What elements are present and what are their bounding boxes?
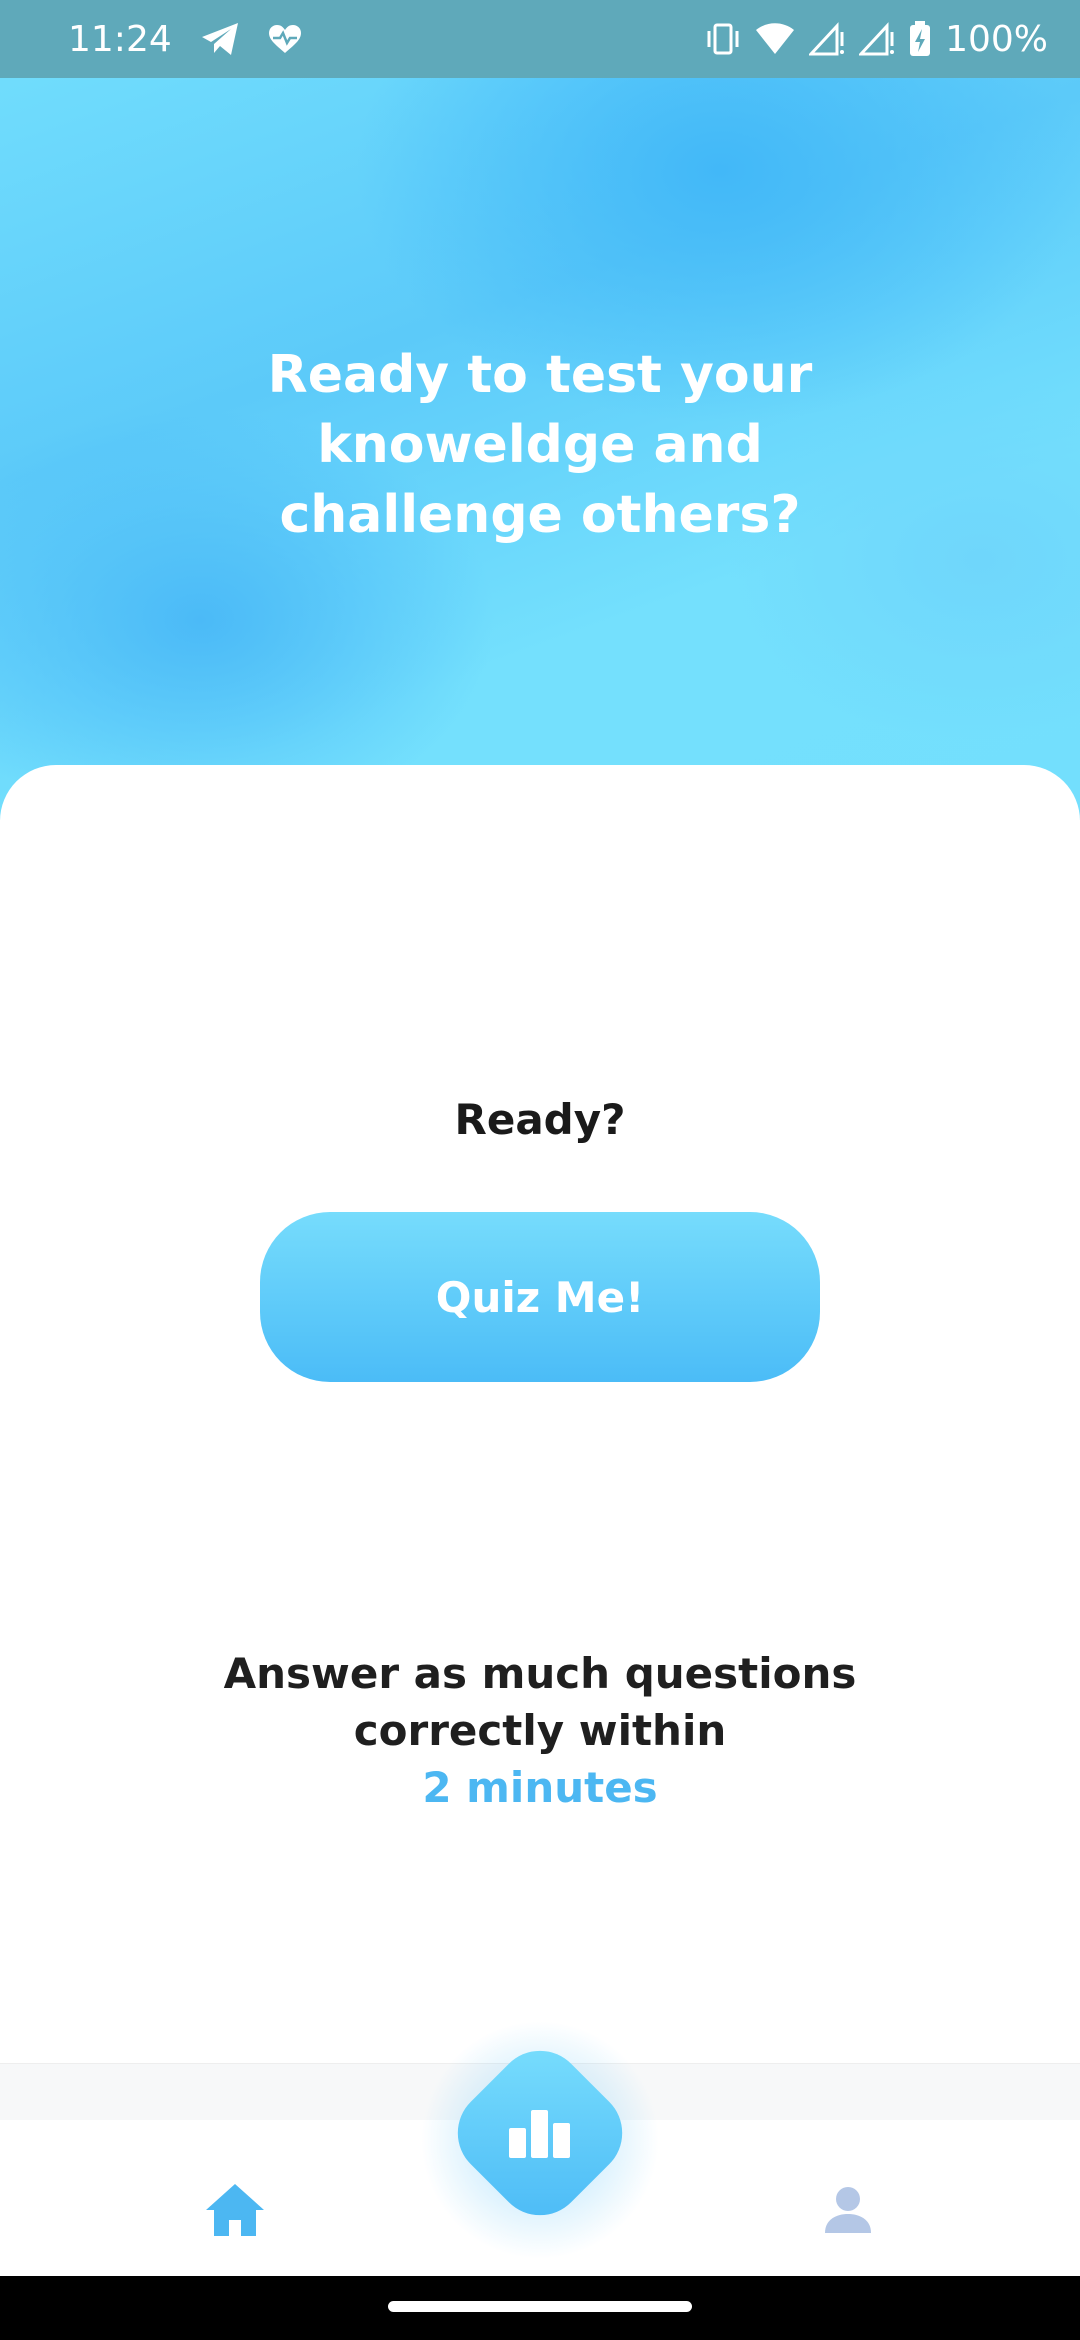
main-card bbox=[0, 765, 1080, 2065]
quiz-me-button[interactable]: Quiz Me! bbox=[260, 1212, 820, 1382]
status-time: 11:24 bbox=[68, 18, 172, 60]
wifi-icon bbox=[755, 22, 795, 56]
signal-icon bbox=[809, 22, 845, 56]
profile-icon bbox=[825, 2187, 871, 2233]
ready-label: Ready? bbox=[454, 1095, 626, 1144]
battery-icon bbox=[909, 21, 931, 57]
gesture-handle[interactable] bbox=[388, 2301, 692, 2312]
info-line-1: Answer as much questions bbox=[223, 1649, 857, 1698]
leaderboard-icon bbox=[509, 2110, 570, 2158]
quiz-info: Answer as much questions correctly withi… bbox=[0, 1645, 1080, 1816]
time-limit-highlight: 2 minutes bbox=[422, 1763, 658, 1812]
vibrate-icon bbox=[705, 21, 741, 57]
telegram-icon bbox=[200, 21, 240, 57]
nav-profile-button[interactable] bbox=[808, 2175, 888, 2245]
battery-percentage: 100% bbox=[945, 18, 1048, 60]
home-icon bbox=[206, 2184, 264, 2236]
nav-home-button[interactable] bbox=[195, 2175, 275, 2245]
hero-title: Ready to test your knoweldge and challen… bbox=[267, 345, 813, 545]
status-bar: 11:24 100% bbox=[0, 0, 1080, 78]
nav-leaderboard-icon-wrap[interactable] bbox=[469, 2062, 611, 2204]
info-line-2: correctly within bbox=[353, 1706, 727, 1755]
health-icon bbox=[268, 24, 302, 54]
signal-icon bbox=[859, 22, 895, 56]
